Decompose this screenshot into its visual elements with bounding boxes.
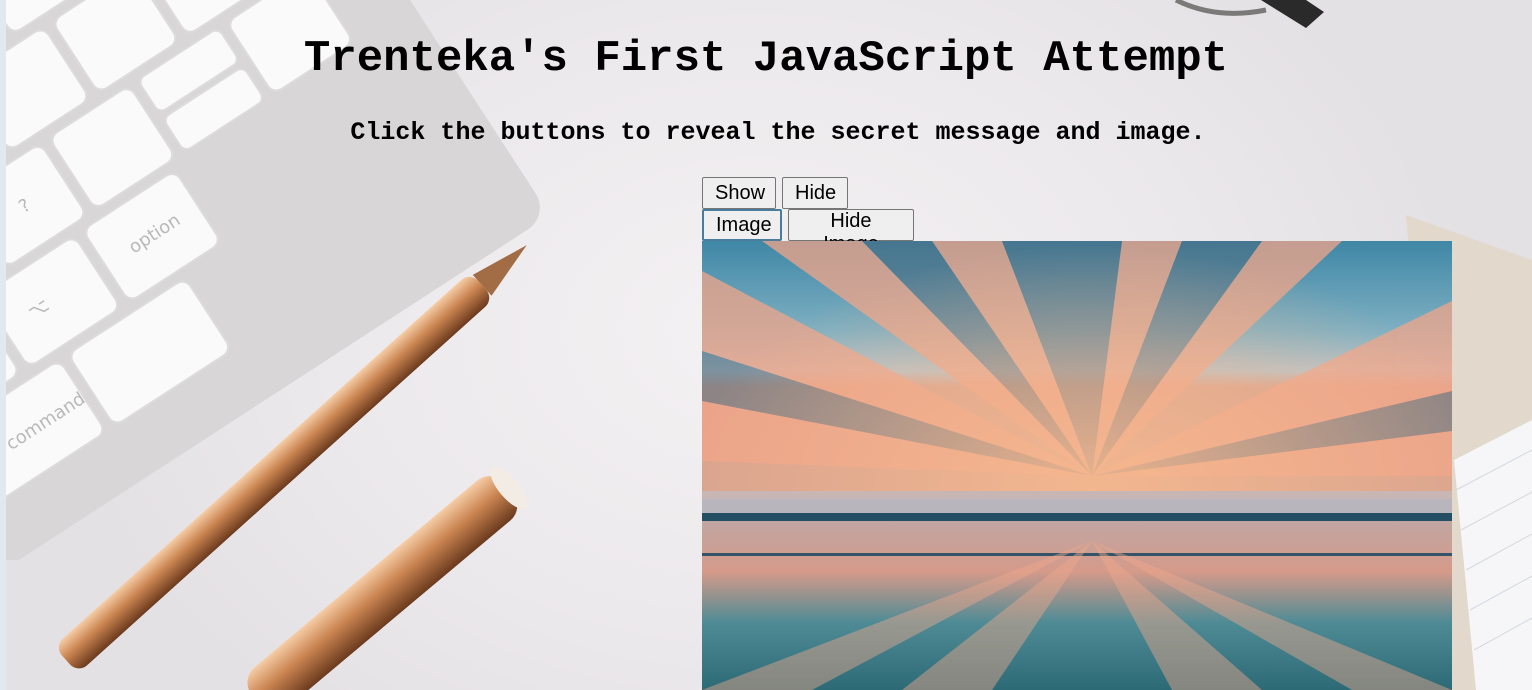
sunset-image	[702, 241, 1452, 690]
hide-image-button[interactable]: Hide Image	[788, 209, 914, 255]
hide-button[interactable]: Hide	[782, 177, 848, 209]
show-button[interactable]: Show	[702, 177, 776, 209]
page-subtitle: Click the buttons to reveal the secret m…	[350, 118, 1206, 147]
page-title: Trenteka's First JavaScript Attempt	[303, 34, 1229, 84]
image-button[interactable]: Image	[702, 209, 782, 241]
